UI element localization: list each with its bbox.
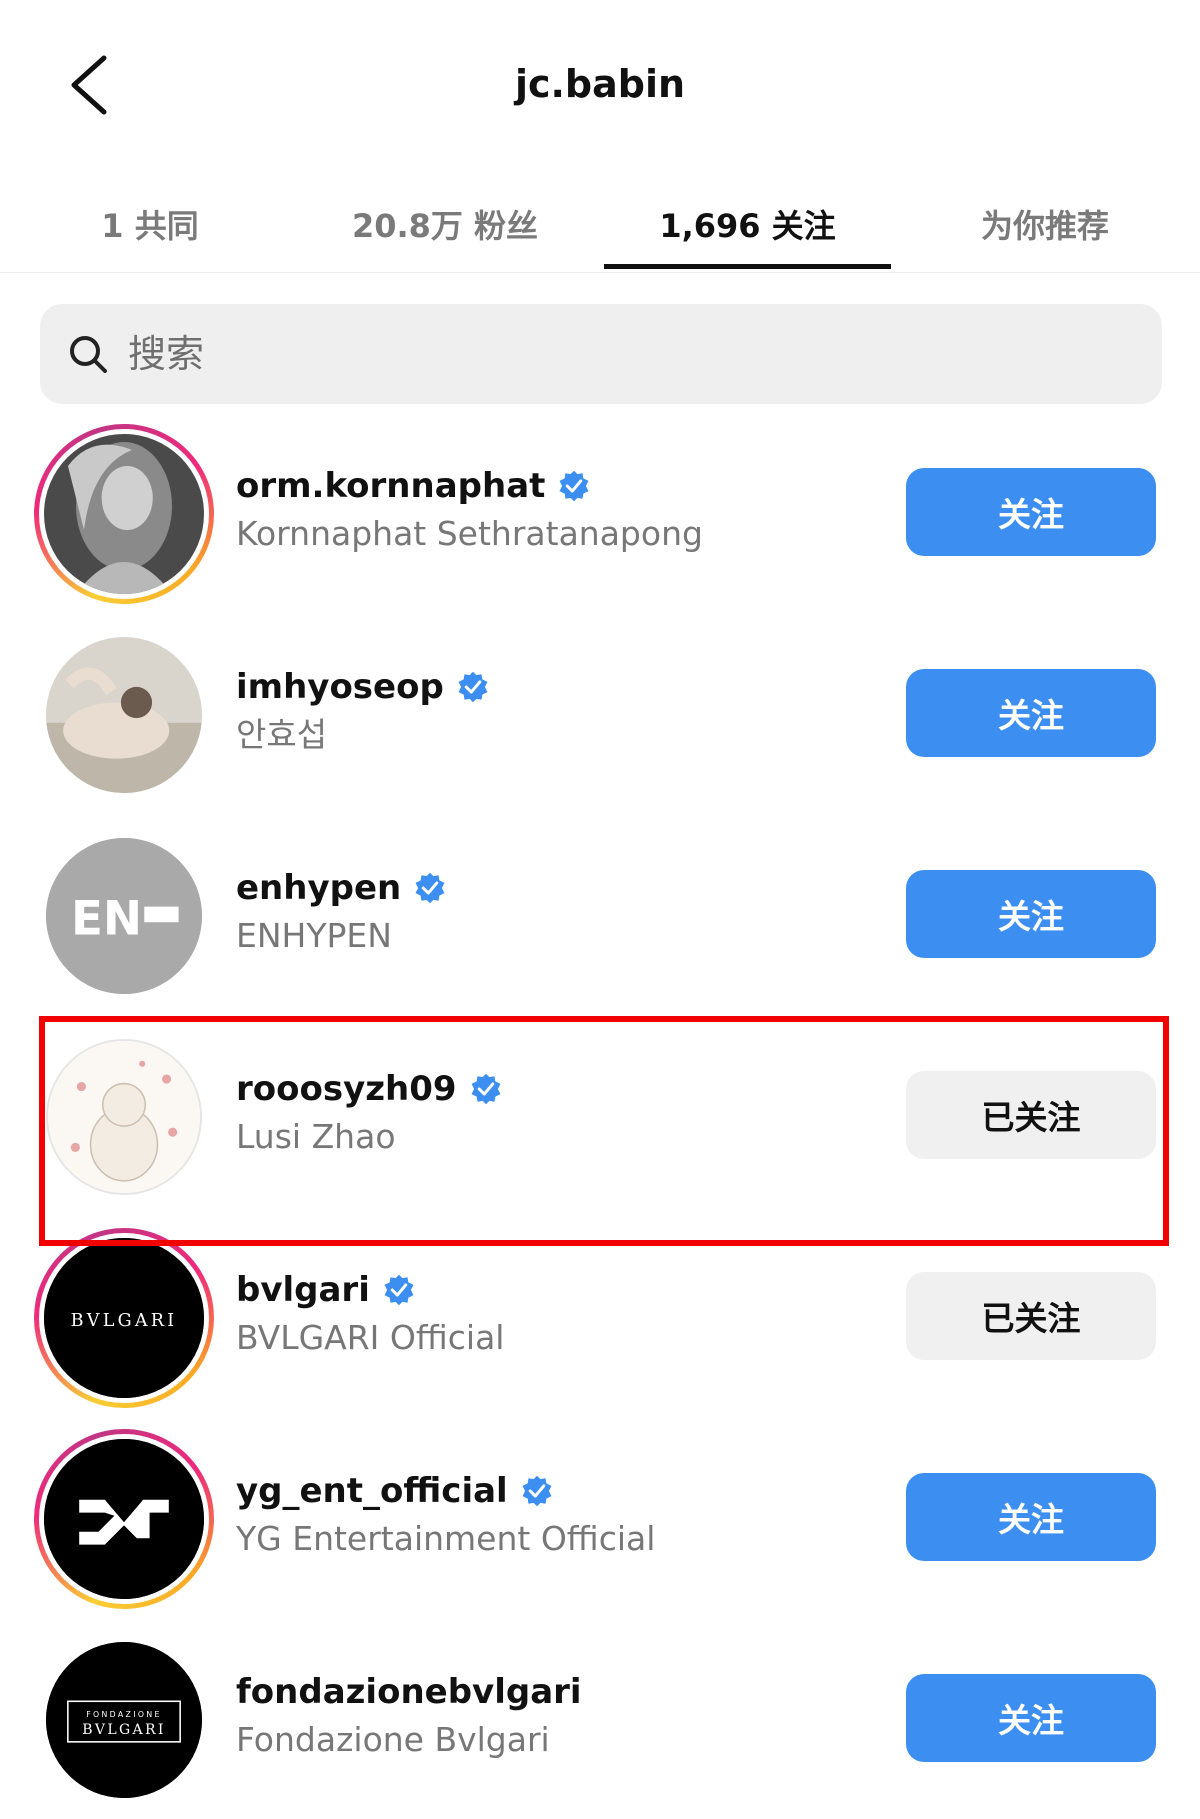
yg-logo [44,1439,204,1599]
list-item[interactable]: rooosyzh09 Lusi Zhao 已关注 [0,1015,1200,1216]
profile-photo [48,1041,200,1193]
full-name: BVLGARI Official [236,1318,505,1357]
following-button[interactable]: 已关注 [906,1272,1156,1360]
full-name: Fondazione Bvlgari [236,1720,550,1759]
following-list: orm.kornnaphat Kornnaphat Sethratanapong… [0,412,1200,1819]
avatar[interactable]: FONDAZIONE BVLGARI [34,1630,214,1810]
svg-text:EN: EN [71,893,142,947]
profile-photo [44,434,204,594]
list-item[interactable]: EN enhypen ENHYPEN 关注 [0,814,1200,1015]
enhypen-logo: EN [46,838,202,994]
verified-badge-icon [522,1475,552,1507]
follow-button[interactable]: 关注 [906,1674,1156,1762]
avatar[interactable]: BVLGARI [34,1228,214,1408]
username[interactable]: enhypen [236,866,447,910]
follow-button[interactable]: 关注 [906,870,1156,958]
tab-suggested[interactable]: 为你推荐 [940,175,1150,272]
username[interactable]: imhyoseop [236,665,490,709]
username[interactable]: fondazionebvlgari [236,1670,582,1714]
list-item[interactable]: yg_ent_official YG Entertainment Officia… [0,1417,1200,1618]
username[interactable]: bvlgari [236,1268,504,1312]
list-item[interactable]: orm.kornnaphat Kornnaphat Sethratanapong… [0,412,1200,613]
tab-followers[interactable]: 20.8万 粉丝 [310,175,580,272]
svg-text:FONDAZIONE: FONDAZIONE [86,1710,162,1719]
username[interactable]: yg_ent_official [236,1469,655,1513]
avatar[interactable] [34,625,214,805]
list-item[interactable]: FONDAZIONE BVLGARI fondazionebvlgari Fon… [0,1618,1200,1819]
follow-button[interactable]: 关注 [906,468,1156,556]
verified-badge-icon [458,671,488,703]
full-name: YG Entertainment Official [236,1519,656,1558]
tab-mutual[interactable]: 1 共同 [60,175,240,272]
list-item[interactable]: imhyoseop 안효섭 关注 [0,613,1200,814]
search-bar[interactable] [40,304,1162,404]
search-input[interactable] [126,331,1030,377]
username[interactable]: rooosyzh09 [236,1067,503,1111]
follow-button[interactable]: 关注 [906,1473,1156,1561]
avatar[interactable] [34,424,214,604]
list-item[interactable]: BVLGARI bvlgari BVLGARI Official 已关注 [0,1216,1200,1417]
svg-text:BVLGARI: BVLGARI [71,1311,178,1331]
verified-badge-icon [384,1274,414,1306]
follow-button[interactable]: 关注 [906,669,1156,757]
fondazione-bvlgari-logo: FONDAZIONE BVLGARI [46,1642,202,1798]
svg-text:BVLGARI: BVLGARI [82,1722,166,1738]
profile-photo [46,637,202,793]
avatar[interactable] [34,1429,214,1609]
verified-badge-icon [471,1073,501,1105]
full-name: Lusi Zhao [236,1117,396,1156]
full-name: 안효섭 [236,715,328,754]
avatar[interactable]: EN [34,826,214,1006]
page-title: jc.babin [514,62,686,106]
bvlgari-logo: BVLGARI [44,1238,204,1398]
full-name: Kornnaphat Sethratanapong [236,514,703,553]
username[interactable]: orm.kornnaphat [236,464,703,508]
top-bar: jc.babin [0,0,1200,175]
search-icon [70,336,107,373]
active-tab-indicator [604,264,891,269]
tab-bar: 1 共同 20.8万 粉丝 1,696 关注 为你推荐 [0,175,1200,273]
avatar[interactable] [34,1027,214,1207]
verified-badge-icon [559,470,589,502]
full-name: ENHYPEN [236,916,392,955]
tab-following[interactable]: 1,696 关注 [604,175,891,272]
following-button[interactable]: 已关注 [906,1071,1156,1159]
verified-badge-icon [415,872,445,904]
